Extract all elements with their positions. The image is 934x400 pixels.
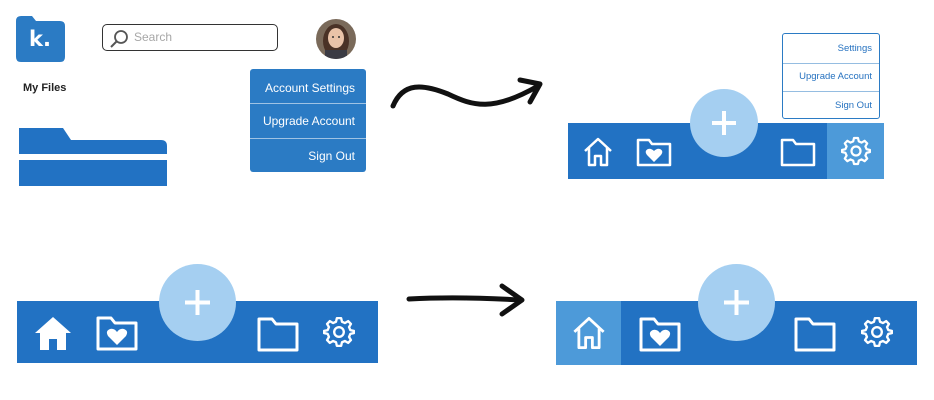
home-icon[interactable] xyxy=(571,315,607,351)
search-box[interactable] xyxy=(102,24,278,51)
add-button[interactable] xyxy=(698,264,775,341)
search-input[interactable] xyxy=(134,28,269,46)
my-files-label: My Files xyxy=(23,82,67,94)
plus-icon xyxy=(724,290,749,315)
gear-icon[interactable] xyxy=(861,316,893,348)
settings-menu: Settings Upgrade Account Sign Out xyxy=(782,33,880,119)
avatar[interactable] xyxy=(316,19,356,59)
menu-divider xyxy=(783,91,879,92)
favorites-folder-icon[interactable] xyxy=(636,137,672,167)
folder-icon[interactable] xyxy=(257,316,299,352)
favorites-folder-icon[interactable] xyxy=(96,315,138,351)
plus-icon xyxy=(712,111,736,135)
menu-item-account-settings[interactable]: Account Settings xyxy=(265,81,355,95)
favorites-folder-icon[interactable] xyxy=(639,316,681,352)
menu-item-sign-out[interactable]: Sign Out xyxy=(835,100,872,111)
add-button[interactable] xyxy=(159,264,236,341)
menu-item-settings[interactable]: Settings xyxy=(838,43,872,54)
account-menu: Account Settings Upgrade Account Sign Ou… xyxy=(250,69,366,172)
gear-icon[interactable] xyxy=(323,316,355,348)
menu-item-upgrade-account[interactable]: Upgrade Account xyxy=(263,114,355,128)
plus-icon xyxy=(185,290,210,315)
app-logo[interactable]: k. xyxy=(12,15,66,63)
folder-icon[interactable] xyxy=(794,316,836,352)
menu-divider xyxy=(250,103,366,104)
wavy-arrow-icon xyxy=(390,77,543,109)
menu-item-sign-out[interactable]: Sign Out xyxy=(308,149,355,163)
logo-text: k. xyxy=(29,27,51,51)
folder-icon[interactable] xyxy=(780,137,816,167)
home-icon[interactable] xyxy=(582,136,614,168)
arrow-right-icon xyxy=(406,283,525,317)
menu-item-upgrade-account[interactable]: Upgrade Account xyxy=(799,71,872,82)
home-icon[interactable] xyxy=(34,315,72,351)
search-icon xyxy=(110,30,128,48)
gear-icon[interactable] xyxy=(841,136,871,166)
folder-icon[interactable] xyxy=(19,126,167,186)
add-button[interactable] xyxy=(690,89,758,157)
menu-divider xyxy=(783,63,879,64)
menu-divider xyxy=(250,138,366,139)
